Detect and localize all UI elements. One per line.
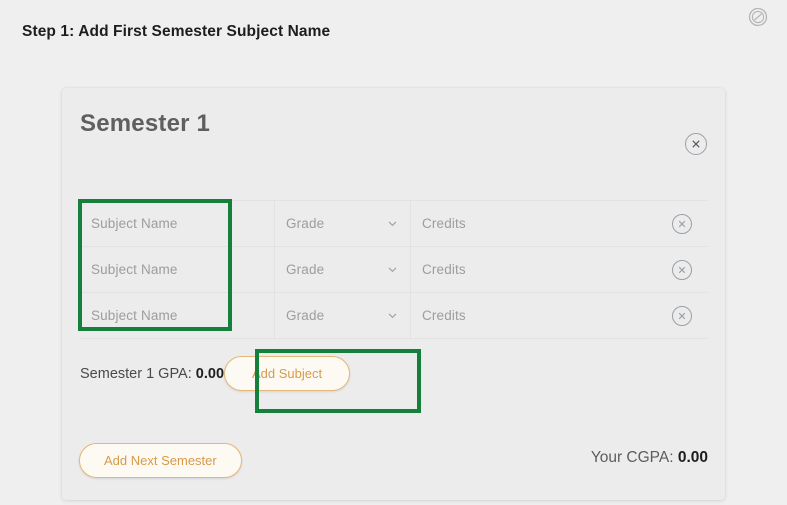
help-circle-slash-icon[interactable] (747, 6, 769, 28)
semester-card: Semester 1 Subject Name Grade Credits Su… (62, 88, 725, 500)
credits-placeholder: Credits (422, 262, 466, 277)
subject-name-input[interactable]: Subject Name (80, 293, 274, 338)
credits-input[interactable]: Credits (410, 293, 657, 338)
close-circle-icon (678, 220, 686, 227)
cgpa-value: 0.00 (677, 449, 708, 466)
chevron-down-icon (388, 313, 397, 319)
chevron-down-icon (388, 267, 397, 273)
semester-gpa-value: 0.00 (195, 365, 225, 382)
grade-select[interactable]: Grade (274, 247, 410, 292)
credits-placeholder: Credits (422, 216, 466, 231)
add-subject-button[interactable]: Add Subject (224, 356, 351, 391)
row-delete-cell (657, 201, 707, 246)
delete-row-button[interactable] (672, 213, 692, 234)
row-delete-cell (657, 293, 707, 338)
grade-select[interactable]: Grade (274, 201, 410, 246)
cgpa-label: Your CGPA: (590, 449, 678, 466)
semester-heading: Semester 1 (80, 110, 211, 137)
close-circle-icon (692, 140, 700, 148)
grade-placeholder: Grade (286, 308, 325, 323)
credits-input[interactable]: Credits (410, 201, 657, 246)
credits-placeholder: Credits (422, 308, 466, 323)
add-next-semester-button[interactable]: Add Next Semester (79, 443, 242, 478)
subject-name-placeholder: Subject Name (91, 262, 178, 277)
subject-name-input[interactable]: Subject Name (80, 247, 274, 292)
table-row: Subject Name Grade Credits (80, 246, 707, 292)
grade-placeholder: Grade (286, 262, 325, 277)
table-row: Subject Name Grade Credits (80, 292, 707, 339)
page-title: Step 1: Add First Semester Subject Name (22, 23, 331, 40)
delete-row-button[interactable] (672, 305, 692, 326)
row-delete-cell (657, 247, 707, 292)
grade-placeholder: Grade (286, 216, 325, 231)
table-row: Subject Name Grade Credits (80, 200, 707, 246)
credits-input[interactable]: Credits (410, 247, 657, 292)
gpa-row: Semester 1 GPA: 0.00 Add Subject (80, 356, 351, 391)
semester-gpa-text: Semester 1 GPA: (80, 365, 196, 382)
grade-select[interactable]: Grade (274, 293, 410, 338)
subject-name-placeholder: Subject Name (91, 308, 178, 323)
cgpa-row: Your CGPA: 0.00 (591, 449, 708, 467)
subject-table: Subject Name Grade Credits Subject Name … (80, 200, 707, 339)
subject-name-input[interactable]: Subject Name (80, 201, 274, 246)
semester-gpa-label: Semester 1 GPA: 0.00 (80, 366, 224, 382)
close-circle-icon (678, 312, 686, 319)
subject-name-placeholder: Subject Name (91, 216, 178, 231)
close-circle-icon (678, 266, 686, 273)
chevron-down-icon (388, 221, 397, 227)
close-semester-button[interactable] (685, 133, 707, 155)
delete-row-button[interactable] (672, 259, 692, 280)
